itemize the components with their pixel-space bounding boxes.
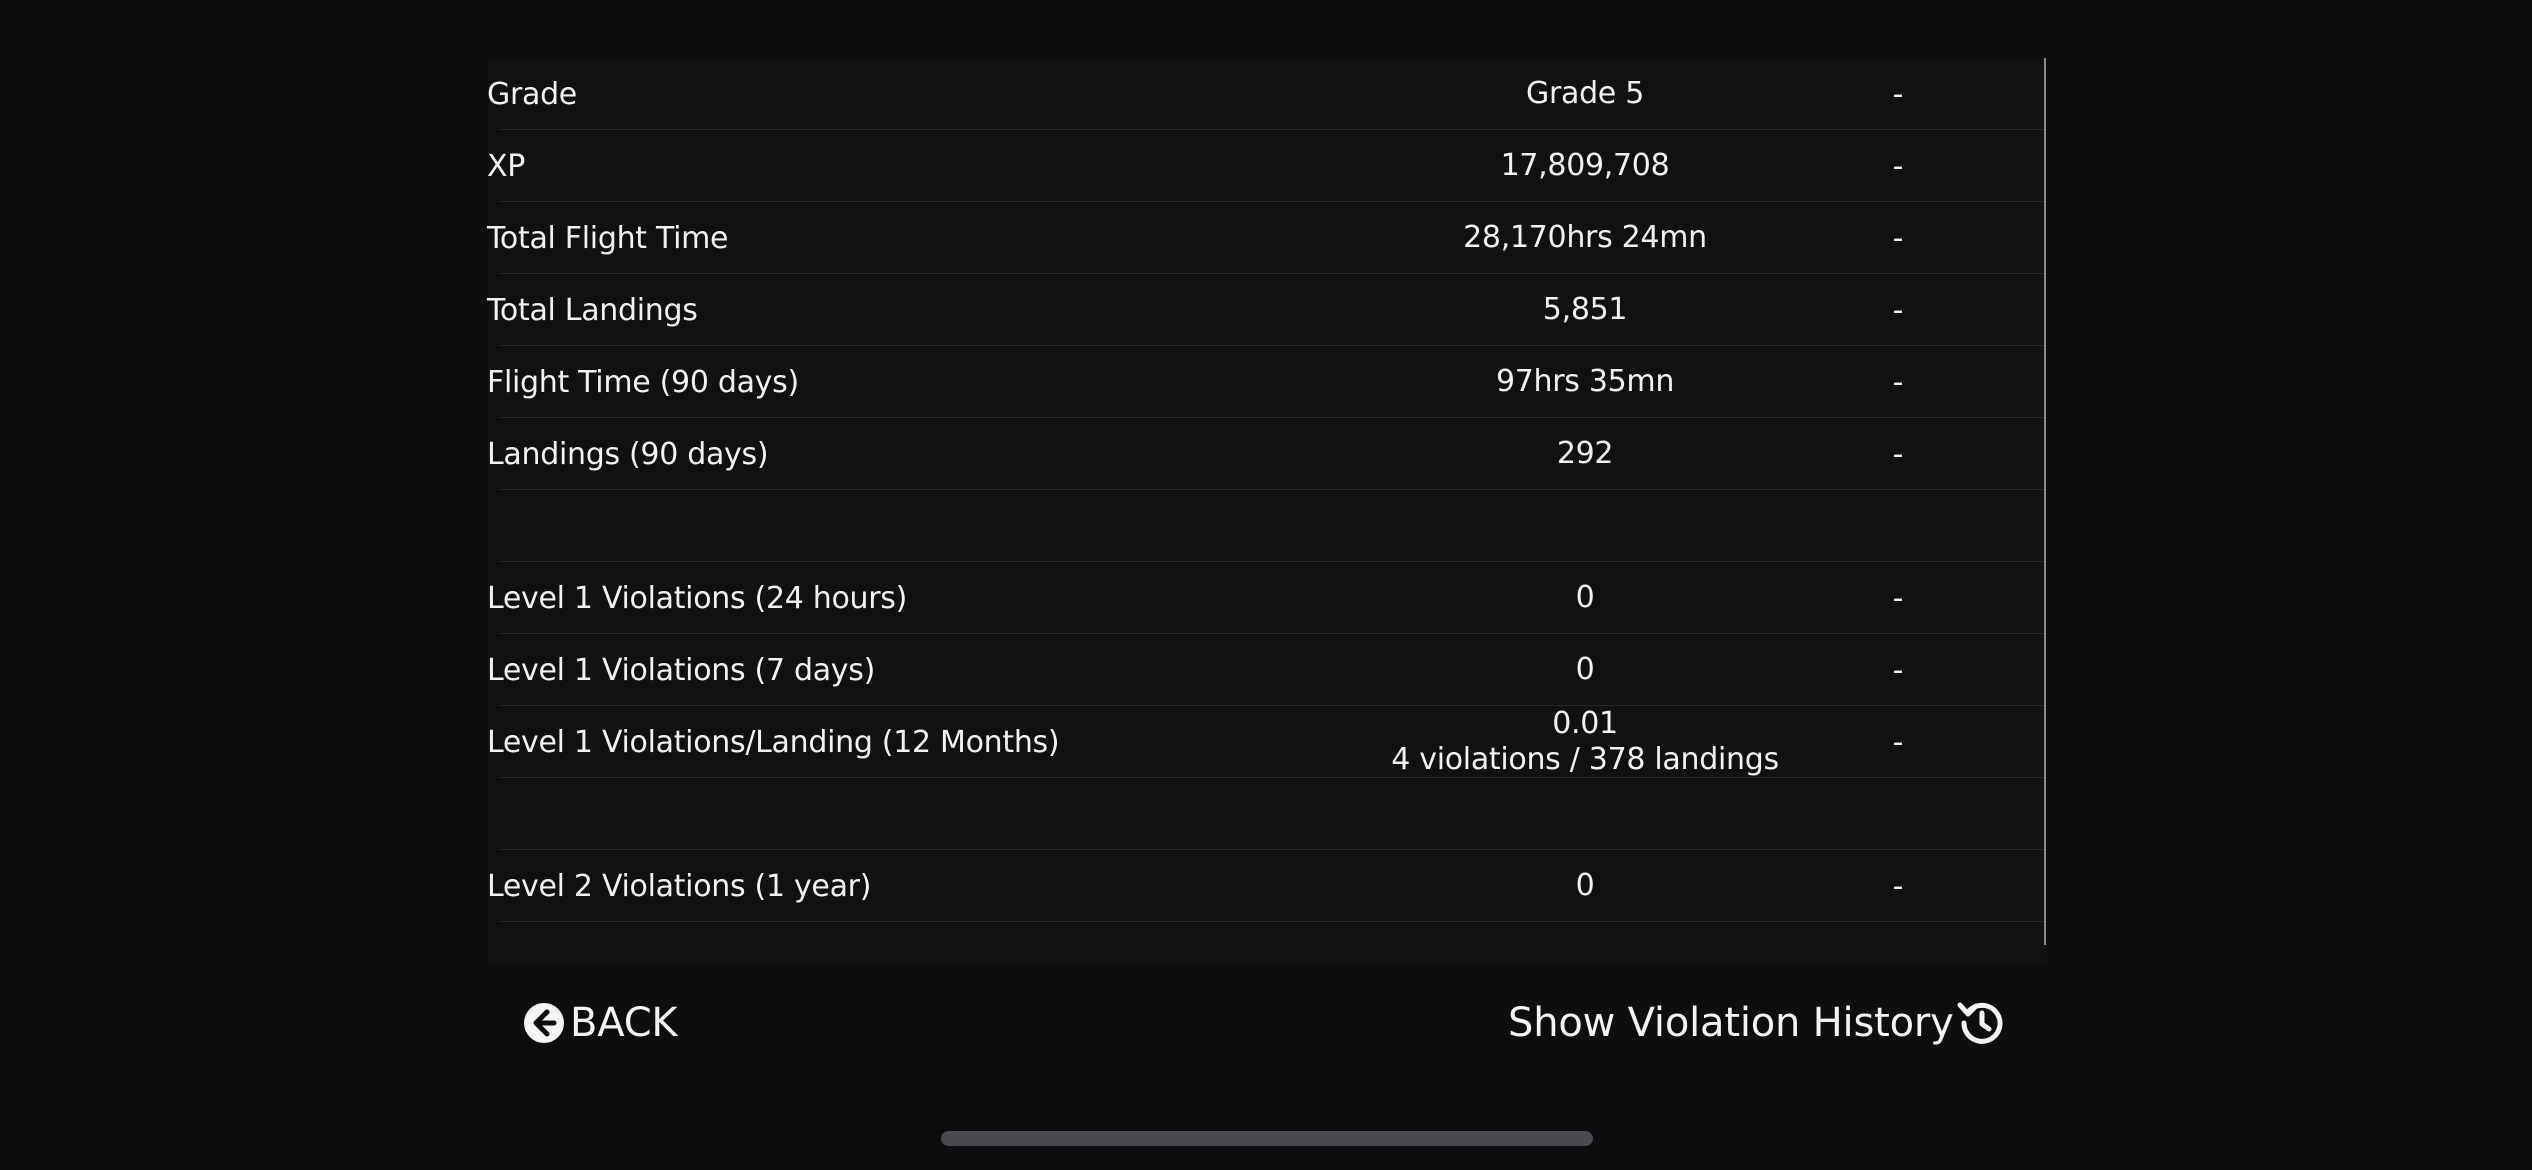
scrollbar[interactable] <box>2044 58 2046 945</box>
row-l1-violations-7d: Level 1 Violations (7 days) 0 - <box>487 634 2044 706</box>
row-label: XP <box>487 148 526 184</box>
row-l1-violations-per-landing: Level 1 Violations/Landing (12 Months) 0… <box>487 706 2044 778</box>
row-delta: - <box>1892 868 1904 904</box>
arrow-left-circle-icon <box>524 1003 564 1043</box>
row-label: Level 1 Violations (7 days) <box>487 652 875 688</box>
row-label: Landings (90 days) <box>487 436 769 472</box>
row-delta: - <box>1892 724 1904 760</box>
ratio-value: 0.01 <box>1552 706 1618 741</box>
row-label: Level 1 Violations/Landing (12 Months) <box>487 724 1060 760</box>
history-label: Show Violation History <box>1508 1000 1954 1046</box>
row-delta: - <box>1892 292 1904 328</box>
row-l2-violations-1y: Level 2 Violations (1 year) 0 - <box>487 850 2044 922</box>
row-delta: - <box>1892 76 1904 112</box>
row-delta: - <box>1892 364 1904 400</box>
back-button[interactable]: BACK <box>523 992 678 1054</box>
row-delta: - <box>1892 580 1904 616</box>
row-l1-violations-24h: Level 1 Violations (24 hours) 0 - <box>487 562 2044 634</box>
row-value: 97hrs 35mn <box>1495 364 1675 399</box>
row-grade: Grade Grade 5 - <box>487 58 2044 130</box>
row-value: 5,851 <box>1542 292 1628 327</box>
row-value: 0.01 4 violations / 378 landings <box>1391 706 1779 778</box>
history-icon <box>1957 1002 2003 1044</box>
stats-table: Grade Grade 5 - XP 17,809,708 - Total Fl… <box>487 58 2047 965</box>
back-label: BACK <box>570 1000 678 1046</box>
row-delta: - <box>1892 652 1904 688</box>
row-delta: - <box>1892 220 1904 256</box>
row-label: Total Landings <box>487 292 698 328</box>
row-value: Grade 5 <box>1526 76 1644 111</box>
row-delta: - <box>1892 436 1904 472</box>
row-total-landings: Total Landings 5,851 - <box>487 274 2044 346</box>
row-divider <box>499 921 2044 922</box>
home-indicator[interactable] <box>941 1131 1593 1146</box>
row-delta: - <box>1892 148 1904 184</box>
row-label: Grade <box>487 76 577 112</box>
show-violation-history-button[interactable]: Show Violation History <box>1508 992 2008 1054</box>
row-label: Total Flight Time <box>487 220 729 256</box>
row-value: 0 <box>1575 580 1595 615</box>
row-value: 17,809,708 <box>1500 148 1670 183</box>
row-value: 0 <box>1575 868 1595 903</box>
row-flight-time-90: Flight Time (90 days) 97hrs 35mn - <box>487 346 2044 418</box>
row-value: 292 <box>1556 436 1614 471</box>
row-value: 0 <box>1575 652 1595 687</box>
ratio-detail: 4 violations / 378 landings <box>1391 742 1779 777</box>
row-value: 28,170hrs 24mn <box>1463 220 1707 255</box>
row-label: Flight Time (90 days) <box>487 364 799 400</box>
row-spacer <box>487 778 2044 850</box>
row-xp: XP 17,809,708 - <box>487 130 2044 202</box>
row-total-flight-time: Total Flight Time 28,170hrs 24mn - <box>487 202 2044 274</box>
row-label: Level 1 Violations (24 hours) <box>487 580 908 616</box>
row-spacer <box>487 490 2044 562</box>
row-landings-90: Landings (90 days) 292 - <box>487 418 2044 490</box>
row-label: Level 2 Violations (1 year) <box>487 868 872 904</box>
